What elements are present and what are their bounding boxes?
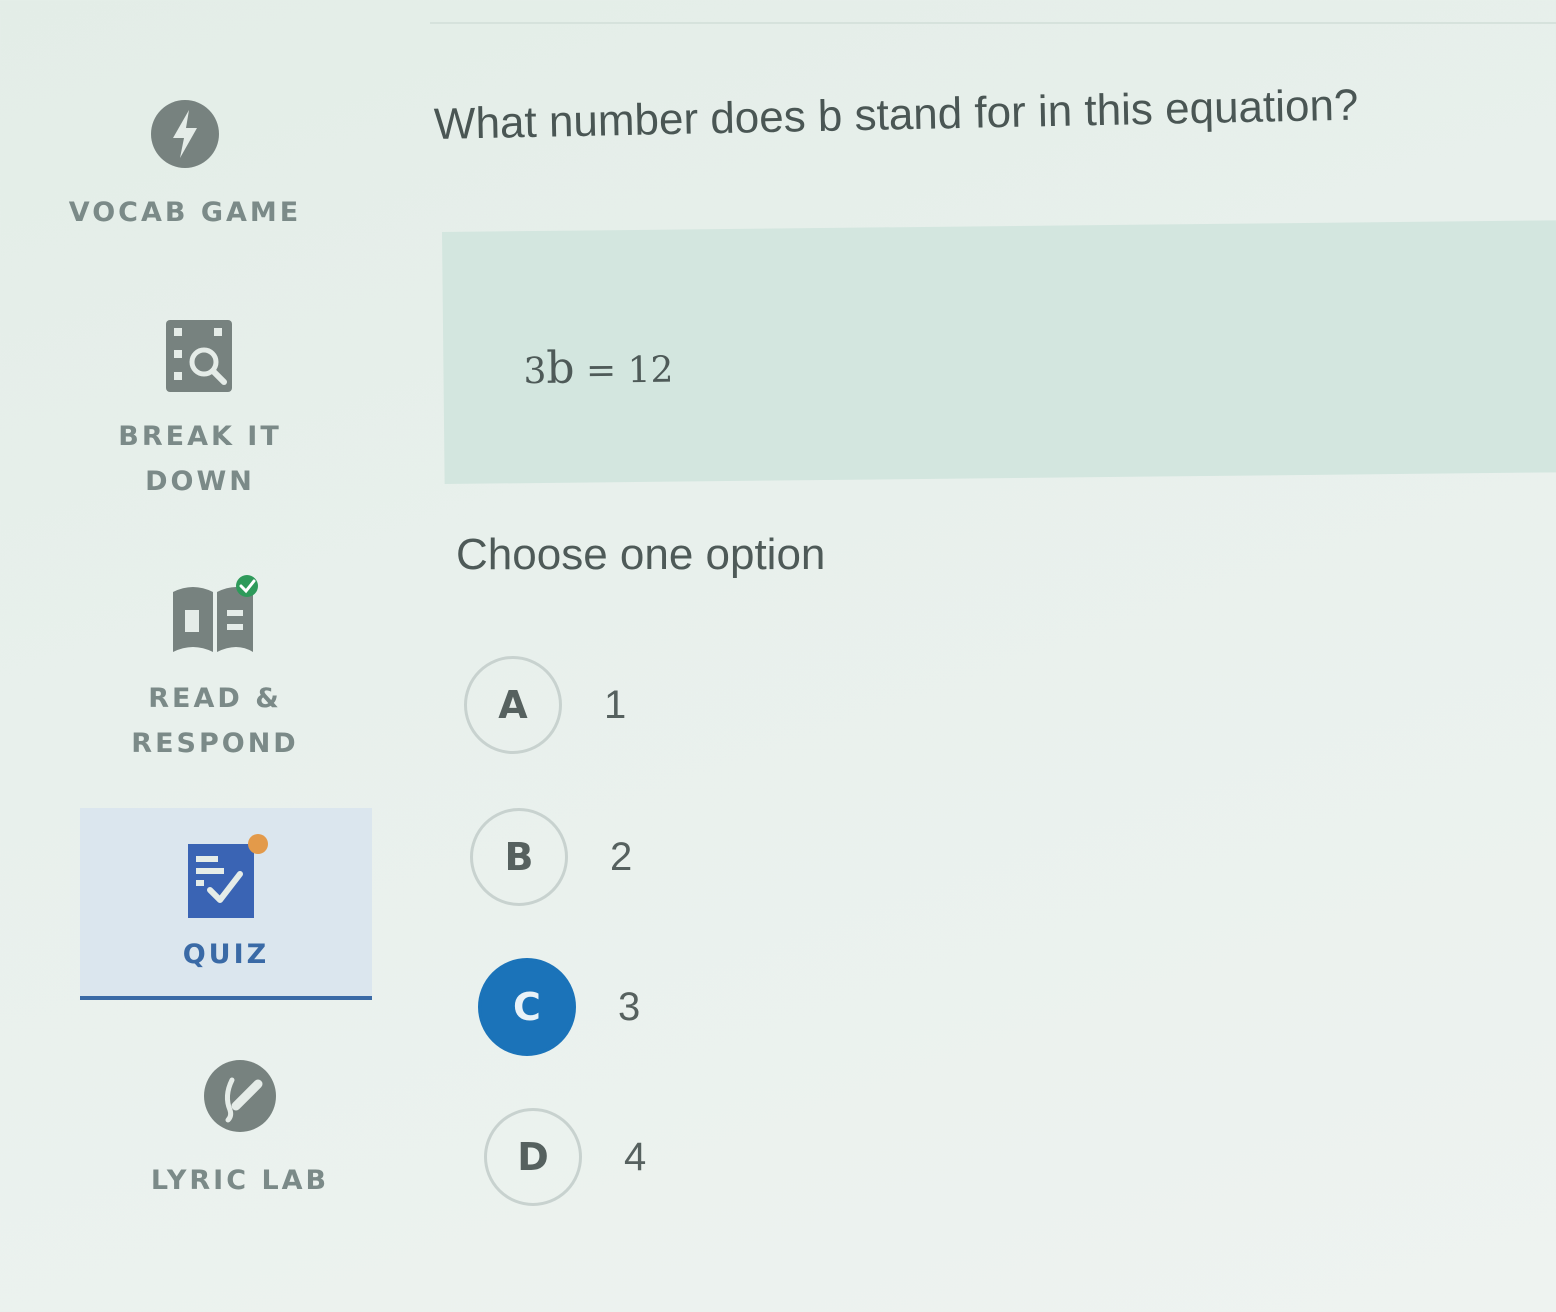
equation-panel: 3b = 12 (442, 220, 1556, 484)
notification-dot (248, 834, 268, 854)
option-d[interactable]: D 4 (484, 1108, 646, 1206)
check-badge-icon (236, 575, 258, 597)
option-b[interactable]: B 2 (470, 808, 632, 906)
sidebar-item-quiz[interactable]: QUIZ (80, 808, 372, 1000)
sidebar-item-label: BREAK IT DOWN (118, 421, 282, 497)
equation-coefficient: 3 (523, 350, 547, 393)
option-a[interactable]: A 1 (464, 656, 626, 754)
choose-instruction: Choose one option (456, 530, 826, 579)
option-value: 2 (610, 834, 633, 879)
activity-sidebar: VOCAB GAME BREAK IT DOWN READ & RESPOND (0, 0, 420, 1312)
open-book-icon (173, 575, 258, 652)
sidebar-item-label: READ & RESPOND (131, 683, 299, 759)
magnifier-icon (166, 320, 232, 392)
question-prompt: What number does b stand for in this equ… (433, 80, 1359, 149)
sidebar-item-vocab-game[interactable]: VOCAB GAME (60, 98, 310, 235)
option-value: 1 (604, 682, 627, 727)
sidebar-item-label: VOCAB GAME (68, 197, 302, 228)
sidebar-item-label: LYRIC LAB (150, 1165, 330, 1196)
equation-variable: b (546, 342, 575, 394)
lightning-icon (151, 100, 219, 168)
quiz-checklist-icon (188, 834, 268, 918)
option-letter-badge[interactable]: D (484, 1108, 582, 1206)
equation-rest: = 12 (574, 349, 674, 392)
sidebar-item-lyric-lab[interactable]: LYRIC LAB (130, 1058, 350, 1203)
equation: 3b = 12 (523, 342, 673, 395)
option-letter-badge[interactable]: C (478, 958, 576, 1056)
option-c[interactable]: C 3 (478, 958, 640, 1056)
sidebar-item-read-and-respond[interactable]: READ & RESPOND (110, 572, 320, 766)
option-letter-badge[interactable]: A (464, 656, 562, 754)
top-divider (430, 22, 1556, 24)
option-value: 4 (624, 1134, 647, 1179)
sidebar-item-label: QUIZ (182, 939, 270, 970)
sidebar-item-break-it-down[interactable]: BREAK IT DOWN (95, 318, 305, 504)
microphone-icon (204, 1060, 276, 1132)
option-value: 3 (618, 984, 641, 1029)
option-letter-badge[interactable]: B (470, 808, 568, 906)
